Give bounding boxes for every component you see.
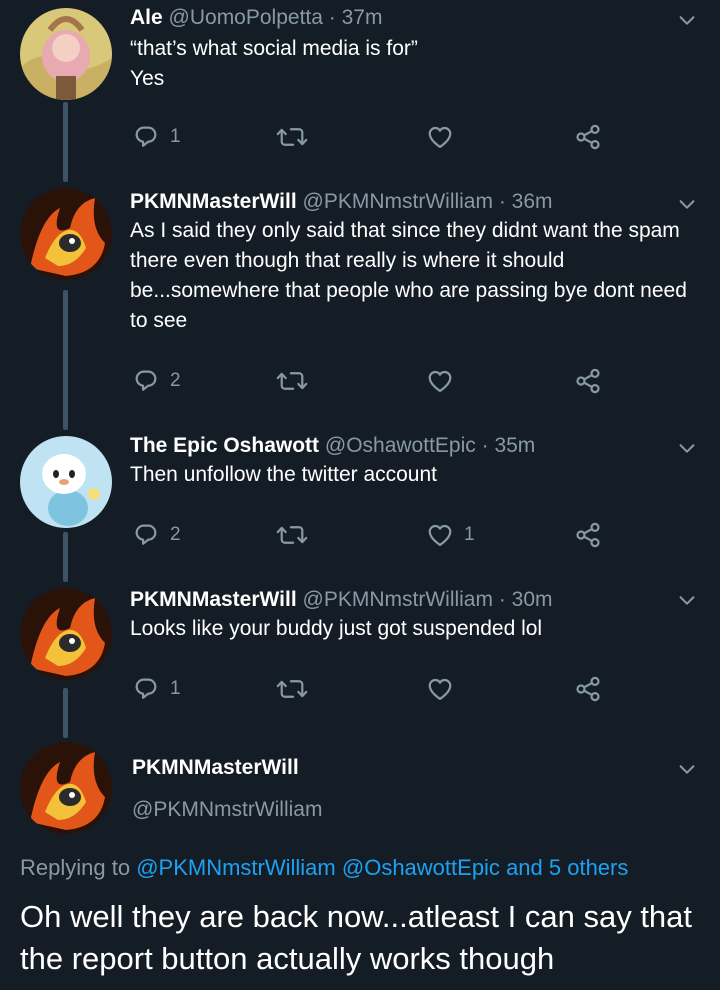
tweet-text-line: “that’s what social media is for” <box>130 37 418 60</box>
share-icon <box>574 521 602 549</box>
chevron-down-icon[interactable] <box>676 437 698 459</box>
mention-link[interactable]: @OshawottEpic <box>342 855 500 880</box>
timestamp[interactable]: 35m <box>494 434 535 457</box>
thread-line <box>63 532 68 582</box>
reply-icon <box>132 367 160 395</box>
tweet-text: “that’s what social media is for” Yes <box>130 34 690 94</box>
retweet-icon <box>276 675 308 703</box>
tweet-actions: 1 <box>132 122 612 152</box>
replying-label: Replying to <box>20 855 131 880</box>
retweet-icon <box>276 521 308 549</box>
like-count: 1 <box>464 524 475 545</box>
retweet-icon <box>276 123 308 151</box>
display-name[interactable]: PKMNMasterWill <box>130 588 297 611</box>
user-handle[interactable]: @PKMNmstrWilliam <box>132 798 322 822</box>
share-button[interactable] <box>574 674 602 704</box>
user-handle[interactable]: @PKMNmstrWilliam <box>303 190 493 213</box>
retweet-button[interactable] <box>276 674 318 704</box>
separator-dot: · <box>498 588 506 611</box>
retweet-button[interactable] <box>276 366 318 396</box>
heart-icon <box>426 521 454 549</box>
mention-link[interactable]: @PKMNmstrWilliam <box>136 855 336 880</box>
retweet-icon <box>276 367 308 395</box>
chevron-down-icon[interactable] <box>676 193 698 215</box>
separator-dot: · <box>328 6 336 29</box>
heart-icon <box>426 123 454 151</box>
reply-count: 1 <box>170 126 181 147</box>
tweet-header: The Epic Oshawott @OshawottEpic · 35m <box>130 432 535 460</box>
chevron-down-icon[interactable] <box>676 589 698 611</box>
reply-button[interactable]: 1 <box>132 122 181 152</box>
tweet-text-line: Yes <box>130 67 165 90</box>
display-name[interactable]: The Epic Oshawott <box>130 434 319 457</box>
avatar[interactable] <box>20 188 112 280</box>
thread-line <box>63 290 68 430</box>
display-name[interactable]: PKMNMasterWill <box>130 190 297 213</box>
like-button[interactable] <box>426 122 464 152</box>
user-handle[interactable]: @OshawottEpic <box>325 434 476 457</box>
retweet-button[interactable] <box>276 520 318 550</box>
timestamp[interactable]: 30m <box>512 588 553 611</box>
thread-line <box>63 102 68 182</box>
timestamp[interactable]: 37m <box>342 6 383 29</box>
avatar[interactable] <box>20 8 112 100</box>
tweet-text: Then unfollow the twitter account <box>130 463 438 486</box>
tweet-header: PKMNMasterWill @PKMNmstrWilliam · 30m <box>130 586 553 614</box>
tweet-text: As I said they only said that since they… <box>130 219 687 332</box>
share-icon <box>574 367 602 395</box>
user-handle[interactable]: @PKMNmstrWilliam <box>303 588 493 611</box>
display-name[interactable]: Ale <box>130 6 163 29</box>
separator-dot: · <box>498 190 506 213</box>
separator-dot: · <box>481 434 489 457</box>
retweet-button[interactable] <box>276 122 318 152</box>
reply-icon <box>132 675 160 703</box>
reply-count: 2 <box>170 370 181 391</box>
share-button[interactable] <box>574 520 602 550</box>
share-button[interactable] <box>574 122 602 152</box>
tweet-header: PKMNMasterWill @PKMNmstrWilliam · 36m <box>130 188 553 216</box>
tweet-text: Looks like your buddy just got suspended… <box>130 617 543 640</box>
share-icon <box>574 675 602 703</box>
reply-count: 2 <box>170 524 181 545</box>
tweet-actions: 2 1 <box>132 520 612 550</box>
avatar[interactable] <box>20 588 112 680</box>
tweet-actions: 1 <box>132 674 612 704</box>
share-icon <box>574 123 602 151</box>
others-link[interactable]: and 5 others <box>506 855 628 880</box>
display-name[interactable]: PKMNMasterWill <box>132 756 299 780</box>
timestamp[interactable]: 36m <box>512 190 553 213</box>
heart-icon <box>426 367 454 395</box>
reply-button[interactable]: 2 <box>132 520 181 550</box>
like-button[interactable]: 1 <box>426 520 475 550</box>
chevron-down-icon[interactable] <box>676 758 698 780</box>
reply-button[interactable]: 2 <box>132 366 181 396</box>
like-button[interactable] <box>426 366 464 396</box>
reply-icon <box>132 521 160 549</box>
avatar[interactable] <box>20 742 112 834</box>
like-button[interactable] <box>426 674 464 704</box>
reply-button[interactable]: 1 <box>132 674 181 704</box>
reply-count: 1 <box>170 678 181 699</box>
replying-to: Replying to @PKMNmstrWilliam @OshawottEp… <box>20 855 628 881</box>
avatar[interactable] <box>20 436 112 528</box>
focused-tweet-text: Oh well they are back now...atleast I ca… <box>20 899 693 976</box>
tweet-actions: 2 <box>132 366 612 396</box>
chevron-down-icon[interactable] <box>676 9 698 31</box>
tweet-header: Ale @UomoPolpetta · 37m <box>130 4 382 32</box>
user-handle[interactable]: @UomoPolpetta <box>169 6 323 29</box>
heart-icon <box>426 675 454 703</box>
thread-line <box>63 688 68 738</box>
reply-icon <box>132 123 160 151</box>
share-button[interactable] <box>574 366 602 396</box>
